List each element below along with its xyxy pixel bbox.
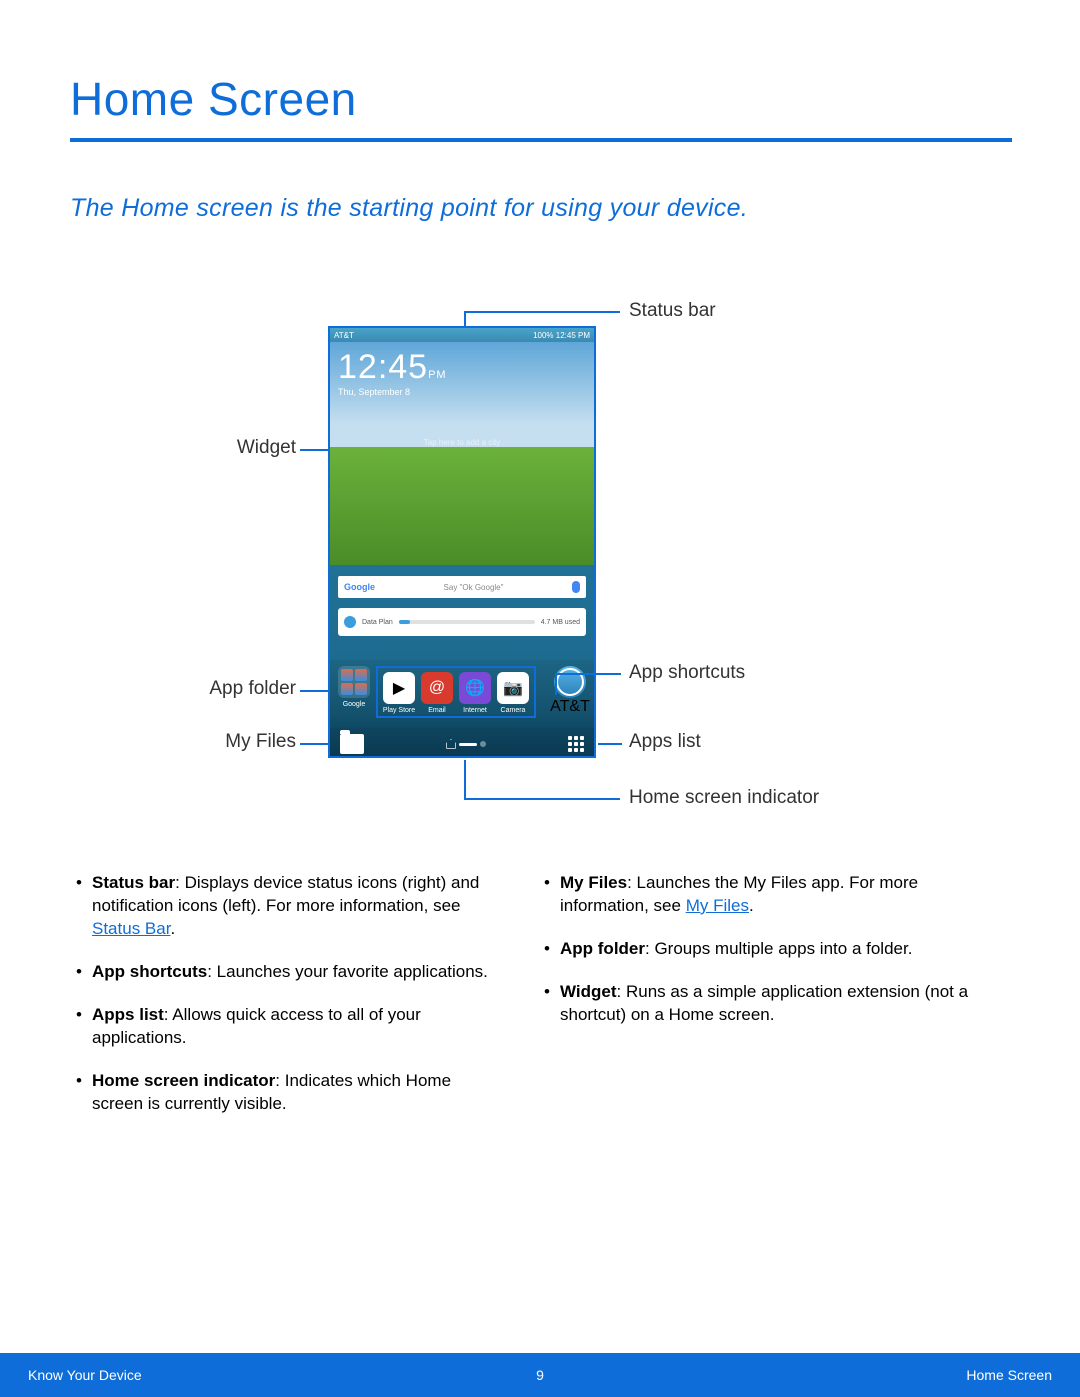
my-files-icon <box>340 734 364 754</box>
app-playstore: ▶Play Store <box>382 672 416 714</box>
bullet-item: Status bar: Displays device status icons… <box>72 872 502 941</box>
data-usage-bar <box>399 620 535 624</box>
callout-apps-list: Apps list <box>629 731 701 753</box>
bullet-item: App shortcuts: Launches your favorite ap… <box>72 961 502 984</box>
bullet-term: Apps list <box>92 1005 164 1024</box>
bullet-item: Widget: Runs as a simple application ext… <box>540 981 970 1027</box>
tablet-body: Tap here to add a city 12:45PM Thu, Sept… <box>330 342 594 660</box>
app-folder: Google <box>338 666 370 708</box>
callout-line <box>464 311 466 326</box>
callout-my-files: My Files <box>196 731 296 753</box>
mic-icon <box>572 581 580 593</box>
callout-status-bar: Status bar <box>629 300 716 322</box>
app-email: @Email <box>420 672 454 714</box>
status-right: 100% 12:45 PM <box>533 331 590 340</box>
bullet-term: Status bar <box>92 873 175 892</box>
app-shortcuts-highlight: ▶Play Store @Email 🌐Internet 📷Camera <box>376 666 536 718</box>
data-plan-label: Data Plan <box>362 619 393 626</box>
wallpaper-grass <box>330 447 594 565</box>
clock-ampm: PM <box>428 369 447 381</box>
bullet-term: App shortcuts <box>92 962 207 981</box>
callout-line <box>598 743 622 745</box>
callout-widget: Widget <box>216 437 296 459</box>
page-title: Home Screen <box>70 72 357 126</box>
callout-line <box>464 311 620 313</box>
folder-label: Google <box>343 701 366 708</box>
bullet-item: App folder: Groups multiple apps into a … <box>540 938 970 961</box>
data-plan-icon <box>344 616 356 628</box>
app-internet: 🌐Internet <box>458 672 492 714</box>
bullet-item: Home screen indicator: Indicates which H… <box>72 1070 502 1116</box>
bullets-right: My Files: Launches the My Files app. For… <box>540 872 970 1047</box>
bullet-term: Home screen indicator <box>92 1071 275 1090</box>
callout-home-indicator: Home screen indicator <box>629 787 819 809</box>
callout-line <box>464 798 620 800</box>
clock-date: Thu, September 8 <box>338 387 447 397</box>
page-footer: Know Your Device 9 Home Screen <box>0 1353 1080 1397</box>
callout-line <box>464 760 466 798</box>
title-rule <box>70 138 1012 142</box>
apps-list-icon <box>568 736 584 752</box>
bullet-item: Apps list: Allows quick access to all of… <box>72 1004 502 1050</box>
page-subtitle: The Home screen is the starting point fo… <box>70 194 748 223</box>
google-logo: Google <box>344 582 375 592</box>
home-screen-indicator <box>446 739 486 749</box>
footer-page-number: 9 <box>536 1367 544 1383</box>
bullet-term: Widget <box>560 982 617 1001</box>
callout-app-folder: App folder <box>176 678 296 700</box>
device-status-bar: AT&T 100% 12:45 PM <box>330 328 594 342</box>
clock-widget: 12:45PM Thu, September 8 <box>338 348 447 397</box>
carrier-label: AT&T <box>334 331 354 340</box>
tablet-bottom-bar <box>330 728 594 758</box>
inline-link[interactable]: My Files <box>686 896 749 915</box>
callout-line <box>555 673 621 675</box>
app-camera: 📷Camera <box>496 672 530 714</box>
callout-app-shortcuts: App shortcuts <box>629 662 745 684</box>
data-used-label: 4.7 MB used <box>541 619 580 626</box>
data-plan-widget: Data Plan 4.7 MB used <box>338 608 586 636</box>
footer-right: Home Screen <box>966 1367 1052 1383</box>
clock-time: 12:45 <box>338 348 428 386</box>
callout-line <box>300 449 328 451</box>
bullets-left: Status bar: Displays device status icons… <box>72 872 502 1136</box>
bullet-term: App folder <box>560 939 645 958</box>
bullet-item: My Files: Launches the My Files app. For… <box>540 872 970 918</box>
bullet-term: My Files <box>560 873 627 892</box>
callout-line <box>555 673 557 695</box>
google-search-widget: Google Say "Ok Google" <box>338 576 586 598</box>
footer-left: Know Your Device <box>28 1367 142 1383</box>
att-globe-icon <box>554 666 586 698</box>
search-hint: Say "Ok Google" <box>444 583 504 592</box>
add-city-hint: Tap here to add a city <box>330 438 594 447</box>
callout-line <box>300 743 328 745</box>
callout-line <box>300 690 328 692</box>
inline-link[interactable]: Status Bar <box>92 919 170 938</box>
